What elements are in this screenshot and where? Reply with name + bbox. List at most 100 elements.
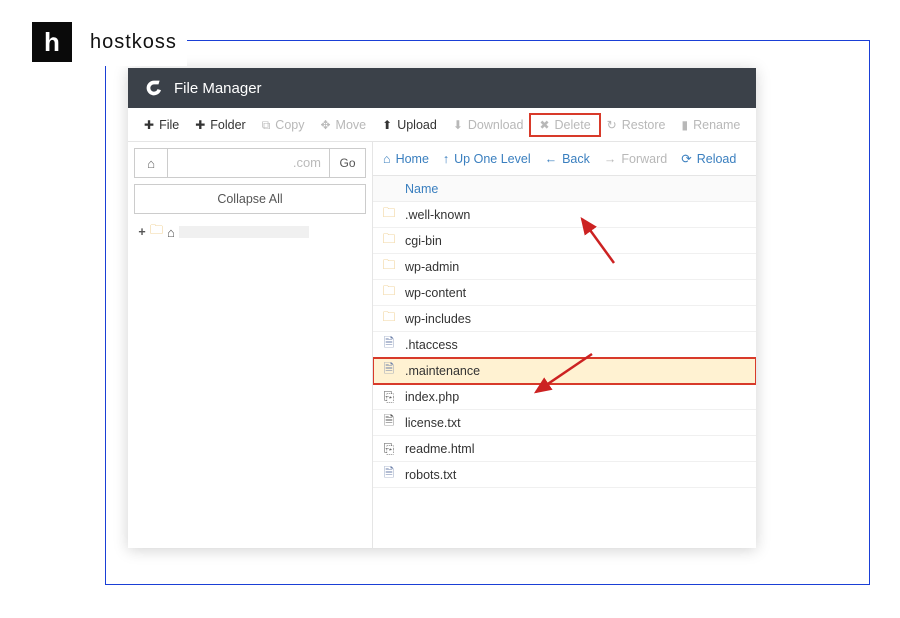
file-name: license.txt — [405, 416, 461, 430]
brand-logo: h — [32, 22, 72, 62]
nav-back-label: Back — [562, 152, 590, 166]
sidebar: ⌂ .com Go Collapse All + 🗀 ⌂ — [128, 142, 373, 548]
rename-button-label: Rename — [693, 118, 740, 132]
tree-root-item[interactable]: + 🗀 ⌂ — [138, 222, 366, 242]
file-row[interactable]: 🗀 wp-admin — [373, 254, 756, 280]
nav-row: ⌂ Home ↑ Up One Level ← Back → Forward ⟳ — [373, 142, 756, 176]
file-row[interactable]: 🗀 cgi-bin — [373, 228, 756, 254]
file-name: .htaccess — [405, 338, 458, 352]
expand-toggle[interactable]: + — [138, 225, 146, 239]
file-row[interactable]: 🗎 license.txt — [373, 410, 756, 436]
folder-icon: 🗀 — [150, 221, 163, 243]
restore-button[interactable]: ↻ Restore — [599, 114, 674, 136]
column-header-name[interactable]: Name — [373, 176, 756, 202]
rename-icon: ▮ — [682, 119, 689, 131]
download-icon: ⬇ — [453, 119, 463, 131]
path-home-button[interactable]: ⌂ — [134, 148, 168, 178]
folder-icon: 🗀 — [381, 256, 397, 278]
home-icon: ⌂ — [147, 156, 155, 171]
nav-up-button[interactable]: ↑ Up One Level — [443, 152, 531, 166]
file-row[interactable]: ⎘ readme.html — [373, 436, 756, 462]
nav-home-button[interactable]: ⌂ Home — [383, 152, 429, 166]
nav-reload-button[interactable]: ⟳ Reload — [681, 151, 736, 166]
home-icon: ⌂ — [383, 152, 391, 166]
file-row[interactable]: 🗀 wp-content — [373, 280, 756, 306]
nav-forward-button[interactable]: → Forward — [604, 152, 667, 166]
move-button[interactable]: ✥ Move — [312, 114, 374, 136]
go-button[interactable]: Go — [330, 148, 366, 178]
doc-icon: 🗎 — [381, 334, 397, 356]
folder-icon: 🗀 — [381, 282, 397, 304]
file-name: index.php — [405, 390, 459, 404]
file-name: wp-content — [405, 286, 466, 300]
toolbar: ✚ File ✚ Folder ⧉ Copy ✥ Move ⬆ Upload ⬇… — [128, 108, 756, 142]
file-row[interactable]: 🗎 .maintenance — [373, 358, 756, 384]
copy-button[interactable]: ⧉ Copy — [254, 114, 313, 136]
restore-icon: ↻ — [607, 119, 617, 131]
folder-icon: 🗀 — [381, 230, 397, 252]
back-icon: ← — [545, 152, 558, 166]
file-name: robots.txt — [405, 468, 456, 482]
file-name: wp-admin — [405, 260, 459, 274]
tree-root-label — [179, 226, 309, 238]
file-manager-panel: File Manager ✚ File ✚ Folder ⧉ Copy ✥ Mo… — [128, 68, 756, 548]
upload-button[interactable]: ⬆ Upload — [374, 114, 445, 136]
nav-back-button[interactable]: ← Back — [545, 152, 590, 166]
close-icon: ✖ — [539, 119, 549, 131]
delete-button[interactable]: ✖ Delete — [531, 115, 598, 135]
nav-up-label: Up One Level — [454, 152, 530, 166]
cpanel-logo-icon — [142, 77, 164, 99]
file-row[interactable]: 🗀 .well-known — [373, 202, 756, 228]
doc-icon: 🗎 — [381, 464, 397, 486]
file-row[interactable]: ⎘ index.php — [373, 384, 756, 410]
upload-icon: ⬆ — [382, 119, 392, 131]
folder-icon: 🗀 — [381, 204, 397, 226]
code-icon: ⎘ — [381, 389, 397, 405]
main-pane: ⌂ Home ↑ Up One Level ← Back → Forward ⟳ — [373, 142, 756, 548]
nav-home-label: Home — [396, 152, 429, 166]
file-name: cgi-bin — [405, 234, 442, 248]
file-button[interactable]: ✚ File — [136, 114, 187, 136]
plus-icon: ✚ — [144, 119, 154, 131]
download-button-label: Download — [468, 118, 524, 132]
nav-reload-label: Reload — [697, 152, 737, 166]
brand-name: hostkoss — [90, 31, 177, 54]
file-row[interactable]: 🗎 robots.txt — [373, 462, 756, 488]
move-button-label: Move — [336, 118, 367, 132]
download-button[interactable]: ⬇ Download — [445, 114, 532, 136]
doc-icon: 🗎 — [381, 360, 397, 382]
brand-bar: h hostkoss — [28, 18, 187, 66]
app-title: File Manager — [174, 80, 262, 97]
plus-icon: ✚ — [195, 119, 205, 131]
home-icon: ⌂ — [167, 225, 175, 240]
nav-forward-label: Forward — [621, 152, 667, 166]
collapse-all-button[interactable]: Collapse All — [134, 184, 366, 214]
code-icon: ⎘ — [381, 441, 397, 457]
file-listing: Name 🗀 .well-known 🗀 cgi-bin 🗀 wp-admin 🗀 wp-co… — [373, 176, 756, 548]
file-name: .well-known — [405, 208, 470, 222]
delete-button-label: Delete — [555, 118, 591, 132]
file-name: .maintenance — [405, 364, 480, 378]
file-row[interactable]: 🗎 .htaccess — [373, 332, 756, 358]
path-input[interactable]: .com — [168, 148, 330, 178]
up-icon: ↑ — [443, 152, 449, 166]
folder-button-label: Folder — [210, 118, 245, 132]
folder-tree: + 🗀 ⌂ — [134, 222, 366, 242]
file-button-label: File — [159, 118, 179, 132]
upload-button-label: Upload — [397, 118, 437, 132]
text-icon: 🗎 — [381, 412, 397, 434]
file-row[interactable]: 🗀 wp-includes — [373, 306, 756, 332]
file-name: readme.html — [405, 442, 474, 456]
file-name: wp-includes — [405, 312, 471, 326]
rename-button[interactable]: ▮ Rename — [674, 114, 749, 136]
folder-icon: 🗀 — [381, 308, 397, 330]
folder-button[interactable]: ✚ Folder — [187, 114, 254, 136]
copy-icon: ⧉ — [262, 119, 271, 131]
reload-icon: ⟳ — [681, 151, 691, 166]
path-row: ⌂ .com Go — [134, 148, 366, 178]
forward-icon: → — [604, 152, 617, 166]
titlebar: File Manager — [128, 68, 756, 108]
content-row: ⌂ .com Go Collapse All + 🗀 ⌂ ⌂ Home — [128, 142, 756, 548]
move-icon: ✥ — [320, 119, 330, 131]
copy-button-label: Copy — [275, 118, 304, 132]
